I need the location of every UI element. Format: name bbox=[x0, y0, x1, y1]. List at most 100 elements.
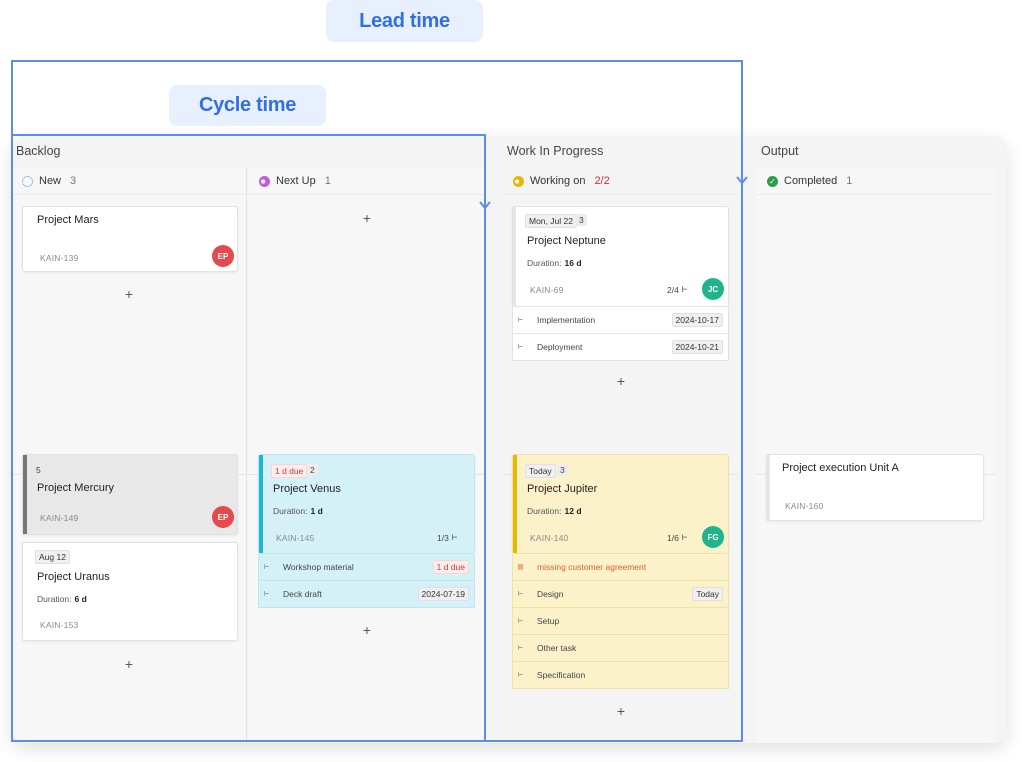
card-number: 5 bbox=[36, 465, 41, 475]
subtask-icon: ⊢ bbox=[264, 589, 269, 598]
kanban-board: Backlog Work In Progress Output New 3 Pr… bbox=[11, 136, 1007, 743]
lead-time-label: Lead time bbox=[326, 0, 483, 42]
blocker-row[interactable]: ▨ missing customer agreement bbox=[512, 554, 729, 581]
subtask-label: Design bbox=[537, 589, 564, 599]
card-duration: Duration: 12 d bbox=[527, 506, 582, 516]
subtask-count[interactable]: 2/4 ⊢ bbox=[667, 285, 687, 295]
subtask-row[interactable]: ⊢ Design Today bbox=[512, 581, 729, 608]
cycle-time-bracket-right bbox=[484, 134, 486, 742]
subtask-icon: ⊢ bbox=[518, 315, 523, 324]
subtask-row[interactable]: ⊢ Specification bbox=[512, 662, 729, 689]
add-card-button[interactable]: + bbox=[122, 656, 136, 672]
card-project-venus[interactable]: 1 d due 2 Project Venus Duration: 1 d KAI… bbox=[258, 454, 475, 554]
subtask-date: 1 d due bbox=[432, 560, 469, 574]
card-title: Project Mercury bbox=[37, 482, 115, 494]
subtask-count[interactable]: 1/3 ⊢ bbox=[437, 533, 457, 543]
card-project-jupiter[interactable]: Today 3 Project Jupiter Duration: 12 d KA… bbox=[512, 454, 729, 554]
card-duration: Duration: 1 d bbox=[273, 506, 323, 516]
column-completed: ✓ Completed 1 Project execution Unit A K… bbox=[756, 168, 995, 743]
card-stripe bbox=[513, 455, 517, 553]
subtask-count[interactable]: 1/6 ⊢ bbox=[667, 533, 687, 543]
column-header-completed[interactable]: ✓ Completed 1 bbox=[756, 168, 995, 195]
subtask-icon: ⊢ bbox=[518, 643, 523, 652]
card-key: KAIN-145 bbox=[276, 533, 315, 543]
card-duration: Duration: 16 d bbox=[527, 258, 582, 268]
add-card-button[interactable]: + bbox=[360, 210, 374, 226]
column-name: Working on bbox=[530, 175, 586, 187]
add-card-button[interactable]: + bbox=[360, 622, 374, 638]
subtask-row[interactable]: ⊢ Deck draft 2024-07-19 bbox=[258, 581, 475, 608]
date-chip: Today bbox=[525, 464, 556, 478]
card-project-neptune[interactable]: Mon, Jul 22 3 Project Neptune Duration: 1… bbox=[512, 206, 729, 307]
card-stripe bbox=[23, 455, 27, 534]
card-key: KAIN-140 bbox=[530, 533, 569, 543]
status-next-icon bbox=[259, 175, 270, 187]
subtask-row[interactable]: ⊢ Other task bbox=[512, 635, 729, 662]
lead-time-bracket-right bbox=[741, 60, 743, 742]
status-new-icon bbox=[22, 175, 33, 187]
avatar[interactable]: EP bbox=[212, 245, 234, 267]
lead-time-bracket-bottom bbox=[11, 740, 743, 742]
subtask-row[interactable]: ⊢ Workshop material 1 d due bbox=[258, 554, 475, 581]
add-card-button[interactable]: + bbox=[614, 703, 628, 719]
card-title: Project Uranus bbox=[37, 571, 110, 583]
card-number: 3 bbox=[576, 214, 587, 226]
chevron-down-icon bbox=[736, 176, 748, 185]
card-number: 3 bbox=[557, 464, 568, 476]
card-key: KAIN-69 bbox=[530, 285, 564, 295]
column-name: Next Up bbox=[276, 175, 316, 187]
column-count: 1 bbox=[324, 175, 331, 187]
column-count: 1 bbox=[846, 175, 853, 187]
card-project-uranus[interactable]: Aug 12 Project Uranus Duration: 6 d KAIN-… bbox=[22, 542, 238, 641]
column-count: 2/2 bbox=[594, 175, 610, 187]
card-title: Project Neptune bbox=[527, 235, 606, 247]
subtask-label: Workshop material bbox=[283, 562, 354, 572]
group-title-backlog: Backlog bbox=[16, 144, 61, 158]
card-stripe bbox=[259, 455, 263, 553]
subtask-label: Implementation bbox=[537, 315, 596, 325]
card-project-mars[interactable]: Project Mars KAIN-139 EP bbox=[22, 206, 238, 272]
card-stripe bbox=[767, 455, 770, 520]
due-chip: 1 d due bbox=[271, 464, 308, 478]
card-duration: Duration: 6 d bbox=[37, 594, 87, 604]
subtask-row[interactable]: ⊢ Implementation 2024-10-17 bbox=[512, 307, 729, 334]
subtask-tree-icon: ⊢ bbox=[451, 533, 458, 543]
avatar[interactable]: EP bbox=[212, 506, 234, 528]
subtask-date: 2024-07-19 bbox=[417, 587, 469, 601]
column-header-new[interactable]: New 3 bbox=[11, 168, 246, 195]
lead-time-bracket-top bbox=[11, 60, 743, 62]
subtask-icon: ⊢ bbox=[518, 670, 523, 679]
card-key: KAIN-160 bbox=[785, 501, 824, 511]
blocker-label: missing customer agreement bbox=[537, 562, 647, 572]
subtask-label: Setup bbox=[537, 616, 560, 626]
card-key: KAIN-149 bbox=[40, 513, 79, 523]
column-header-working-on[interactable]: Working on 2/2 bbox=[502, 168, 738, 195]
lead-time-bracket-left bbox=[11, 60, 13, 742]
subtask-icon: ⊢ bbox=[518, 342, 523, 351]
card-title: Project Jupiter bbox=[527, 483, 598, 495]
column-next-up: Next Up 1 + 1 d due 2 Project Venus Dura… bbox=[248, 168, 484, 743]
subtask-tree-icon: ⊢ bbox=[681, 285, 688, 295]
chevron-down-icon bbox=[479, 201, 491, 210]
subtask-date: 2024-10-21 bbox=[671, 340, 723, 354]
card-project-execution-unit-a[interactable]: Project execution Unit A KAIN-160 bbox=[766, 454, 984, 521]
card-stripe bbox=[513, 207, 516, 306]
column-header-next-up[interactable]: Next Up 1 bbox=[248, 168, 484, 195]
add-card-button[interactable]: + bbox=[614, 373, 628, 389]
avatar[interactable]: FG bbox=[702, 526, 724, 548]
group-title-work-in-progress: Work In Progress bbox=[507, 144, 604, 158]
card-key: KAIN-153 bbox=[40, 620, 79, 630]
card-title: Project Mars bbox=[37, 214, 99, 226]
card-number: 2 bbox=[307, 464, 318, 476]
subtask-label: Deployment bbox=[537, 342, 583, 352]
add-card-button[interactable]: + bbox=[122, 286, 136, 302]
subtask-row[interactable]: ⊢ Setup bbox=[512, 608, 729, 635]
card-title: Project Venus bbox=[273, 483, 341, 495]
avatar[interactable]: JC bbox=[702, 278, 724, 300]
status-working-icon bbox=[513, 175, 524, 187]
subtask-label: Deck draft bbox=[283, 589, 322, 599]
subtask-row[interactable]: ⊢ Deployment 2024-10-21 bbox=[512, 334, 729, 361]
column-name: New bbox=[39, 175, 62, 187]
column-name: Completed bbox=[784, 175, 838, 187]
card-project-mercury[interactable]: 5 Project Mercury KAIN-149 EP bbox=[22, 454, 238, 535]
